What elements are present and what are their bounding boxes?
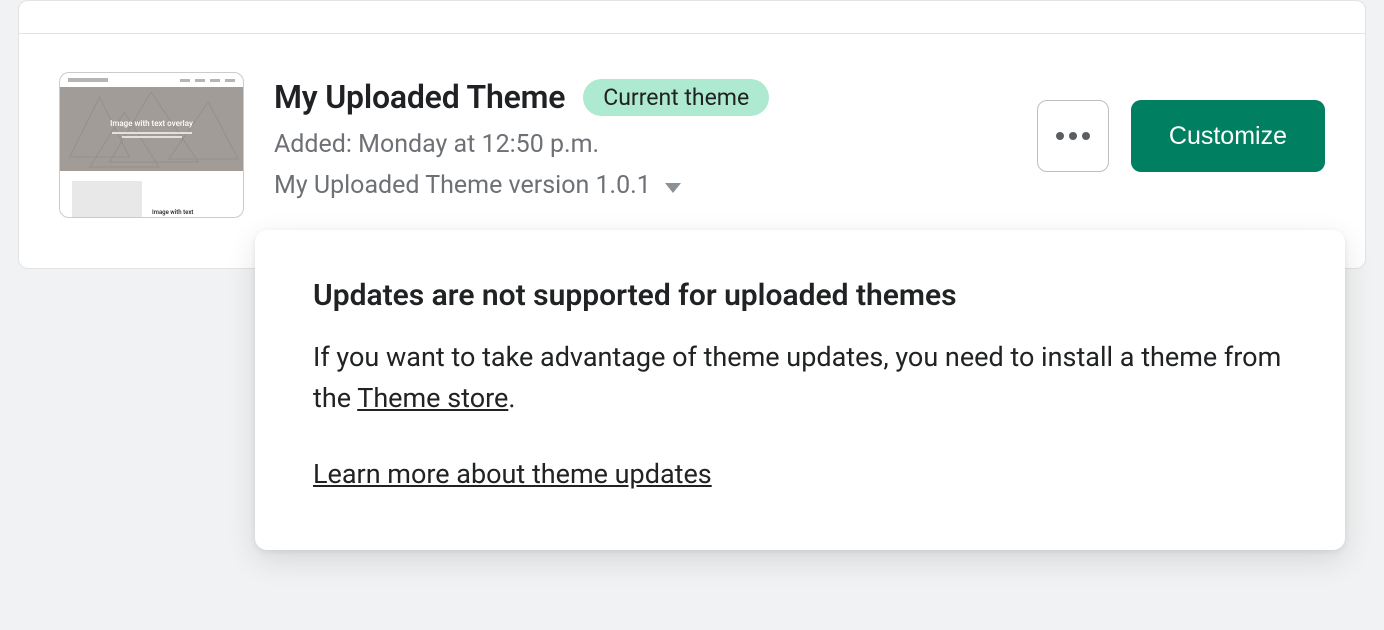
learn-more-link[interactable]: Learn more about theme updates xyxy=(313,458,712,490)
thumbnail-hero-text: Image with text overlay xyxy=(110,119,193,128)
theme-store-link[interactable]: Theme store xyxy=(357,382,508,414)
theme-card: Image with text overlay Image with text … xyxy=(18,0,1366,269)
thumbnail-lower-text: Image with text xyxy=(152,181,193,218)
more-actions-button[interactable] xyxy=(1037,100,1109,172)
theme-added-text: Added: Monday at 12:50 p.m. xyxy=(274,130,1007,159)
current-theme-badge: Current theme xyxy=(583,79,769,116)
theme-title: My Uploaded Theme xyxy=(274,78,565,116)
update-info-popover: Updates are not supported for uploaded t… xyxy=(255,230,1345,550)
caret-down-icon xyxy=(665,183,681,193)
popover-body: If you want to take advantage of theme u… xyxy=(313,337,1287,418)
theme-version-dropdown[interactable]: My Uploaded Theme version 1.0.1 xyxy=(274,171,1007,200)
theme-meta: My Uploaded Theme Current theme Added: M… xyxy=(274,72,1007,200)
theme-thumbnail: Image with text overlay Image with text xyxy=(59,72,244,218)
customize-button[interactable]: Customize xyxy=(1131,100,1325,172)
popover-heading: Updates are not supported for uploaded t… xyxy=(313,278,1287,313)
theme-version-label: My Uploaded Theme version 1.0.1 xyxy=(274,171,651,200)
more-horizontal-icon xyxy=(1056,132,1090,140)
theme-actions: Customize xyxy=(1037,72,1325,172)
card-divider xyxy=(19,1,1365,34)
